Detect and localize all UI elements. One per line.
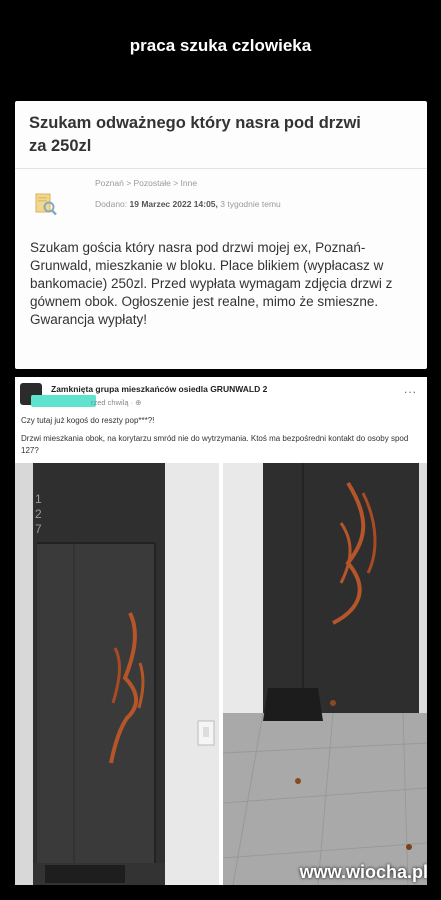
post-time: rzed chwilą · ⊕ xyxy=(91,398,142,407)
photo-door-closeup[interactable]: 1 2 7 xyxy=(15,463,219,885)
more-options-icon[interactable]: ... xyxy=(404,382,417,396)
ad-title-line-2: za 250zl xyxy=(29,137,92,155)
svg-text:1: 1 xyxy=(35,492,42,506)
ad-meta: Poznań > Pozostałe > Inne Dodano: 19 Mar… xyxy=(15,169,427,229)
date-value: 19 Marzec 2022 14:05, xyxy=(129,199,218,209)
svg-text:2: 2 xyxy=(35,507,42,521)
ad-header: Szukam odważnego który nasra pod drzwi z… xyxy=(15,101,427,169)
meme-title: praca szuka czlowieka xyxy=(129,36,312,55)
breadcrumb[interactable]: Poznań > Pozostałe > Inne xyxy=(95,178,197,188)
svg-text:7: 7 xyxy=(35,522,42,536)
redacted-author-name xyxy=(31,395,96,407)
ad-description: Szukam gościa który nasra pod drzwi moje… xyxy=(30,240,393,327)
date-ago: 3 tygodnie temu xyxy=(220,199,281,209)
facebook-post-card: Zamknięta grupa mieszkańców osiedla GRUN… xyxy=(15,377,427,885)
ad-title-line-1: Szukam odważnego który nasra pod drzwi xyxy=(29,114,361,132)
photo-door-with-mat[interactable] xyxy=(223,463,427,885)
ad-date: Dodano: 19 Marzec 2022 14:05, 3 tygodnie… xyxy=(95,199,281,209)
post-text-line-2: Drzwi mieszkania obok, na korytarzu smró… xyxy=(21,434,409,455)
classified-ad-card: Szukam odważnego który nasra pod drzwi z… xyxy=(15,101,427,369)
group-name[interactable]: Zamknięta grupa mieszkańców osiedla GRUN… xyxy=(51,384,267,394)
post-text-line-1: Czy tutaj już kogoś do reszty pop***?! xyxy=(21,416,155,425)
folder-search-icon xyxy=(35,193,57,216)
watermark: www.wiocha.pl xyxy=(299,862,428,882)
date-label: Dodano: xyxy=(95,199,128,209)
